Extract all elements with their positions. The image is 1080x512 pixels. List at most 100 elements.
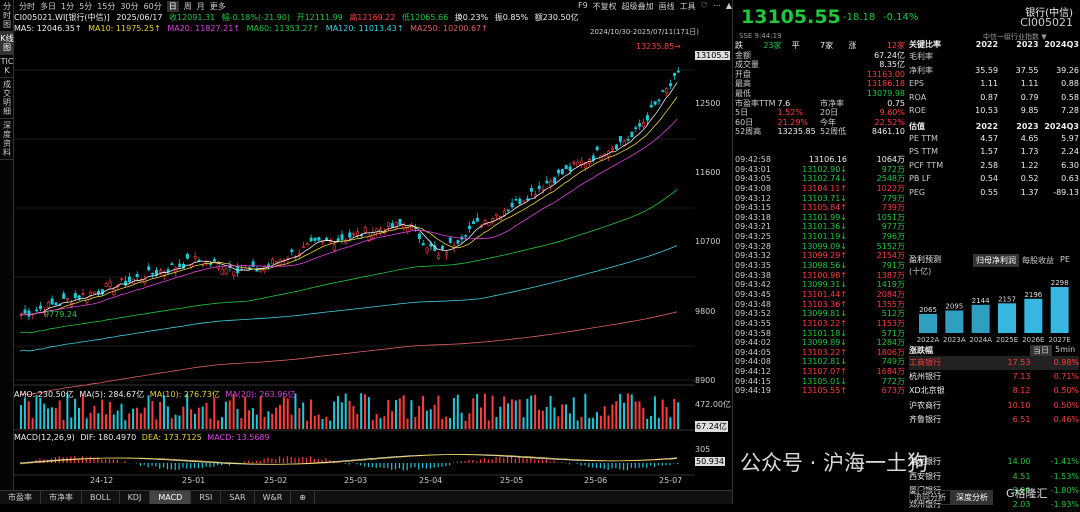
tick-price-value: 13099.81: [802, 309, 840, 318]
macd-bar: [151, 463, 152, 466]
ratio-cell: [998, 50, 1038, 64]
tools-button[interactable]: 工具: [680, 1, 696, 12]
valuation-cell: 0.52: [998, 172, 1038, 186]
candle-body: [35, 310, 37, 311]
ratio-cell: ROE: [909, 104, 958, 118]
volume-bar: [221, 417, 223, 429]
volume-bar: [356, 414, 358, 429]
price-tick: 10700: [695, 237, 720, 246]
period-button[interactable]: 月: [197, 1, 205, 12]
tick-volume: 1284万: [847, 338, 905, 348]
candle-body: [24, 310, 26, 313]
macd-bar: [457, 462, 458, 463]
valuation-row: PB LF0.540.520.63: [909, 172, 1079, 186]
forecast-tab-pe[interactable]: PE: [1057, 254, 1073, 267]
quote-label: 市净率: [820, 99, 863, 109]
forecast-tab-eps[interactable]: 每股收益: [1019, 254, 1057, 267]
volume-bar: [35, 395, 37, 429]
tab-trade-detail[interactable]: 成交明细: [0, 78, 14, 119]
rank-row[interactable]: XD北京银8.120.50%: [909, 384, 1079, 398]
period-button[interactable]: 周: [184, 1, 192, 12]
period-button[interactable]: 60分: [144, 1, 162, 12]
breadth-down: 23家: [763, 41, 791, 51]
tick-time: 09:43:52: [735, 309, 787, 319]
more-icon[interactable]: ⋯: [713, 1, 721, 12]
rank-row[interactable]: 杭州银行7.130.71%: [909, 370, 1079, 384]
tab-time-share[interactable]: 分时图: [0, 0, 14, 32]
period-button[interactable]: 多日: [40, 1, 56, 12]
amo-ma10: MA(10): 276.73亿: [150, 390, 220, 399]
tick-list[interactable]: 09:42:5813106.161064万09:43:0113102.90↓97…: [735, 155, 905, 396]
tick-price: 13101.19↓: [787, 232, 847, 242]
indicator-tab[interactable]: RSI: [191, 491, 221, 504]
indicator-tab[interactable]: BOLL: [82, 491, 120, 504]
macd-bar: [271, 458, 272, 463]
rank-tab-today[interactable]: 当日: [1030, 345, 1052, 356]
rank-row[interactable]: 沪农商行10.100.50%: [909, 399, 1079, 413]
add-indicator-icon[interactable]: ⊕: [291, 491, 315, 504]
macd-bar: [356, 463, 357, 464]
forecast-tab-net-profit[interactable]: 归母净利润: [973, 254, 1019, 267]
indicator-tab[interactable]: KDJ: [120, 491, 151, 504]
valuation-cell: 2.58: [958, 159, 998, 173]
period-button[interactable]: 30分: [120, 1, 138, 12]
rank-tab-5min[interactable]: 5min: [1052, 345, 1078, 356]
favorite-icon[interactable]: ♡: [701, 1, 708, 12]
macd-bar: [538, 460, 539, 463]
rank-row[interactable]: 齐鲁银行6.510.46%: [909, 413, 1079, 427]
volume-bar: [542, 411, 544, 429]
period-button[interactable]: 1分: [61, 1, 74, 12]
macd-bar: [383, 463, 384, 468]
candle-body: [658, 100, 660, 101]
tab-depth[interactable]: 深度资料: [0, 119, 14, 160]
draw-line-button[interactable]: 画线: [659, 1, 675, 12]
candle-body: [66, 299, 68, 300]
tick-time: 09:44:15: [735, 377, 787, 387]
macd-bar: [422, 463, 423, 468]
macd-bar: [90, 457, 91, 463]
rank-row[interactable]: 工商银行17.530.98%: [909, 356, 1079, 370]
quote-label: 今年: [820, 118, 863, 128]
candle-body: [565, 165, 567, 168]
tick-price: 13101.36↓: [787, 222, 847, 232]
candle-body: [546, 181, 548, 183]
macd-bar: [615, 463, 616, 468]
rank-row[interactable]: [909, 427, 1079, 441]
more-button[interactable]: 更多: [210, 1, 226, 12]
macd-bar: [148, 463, 149, 467]
date-tick: 25-06: [584, 476, 607, 485]
f9-button[interactable]: F9: [578, 1, 588, 12]
kline-chart[interactable]: 13235.85→ 9779.24: [14, 35, 695, 476]
volume-bar: [395, 400, 397, 429]
indicator-tab-macd[interactable]: MACD: [150, 491, 191, 504]
rank-row[interactable]: 西安银行4.51-1.53%: [909, 470, 1079, 484]
depth-analysis-tab[interactable]: 深度分析: [951, 490, 993, 505]
rank-row[interactable]: [909, 441, 1079, 455]
indicator-tab[interactable]: W&R: [255, 491, 292, 504]
rank-list[interactable]: 工商银行17.530.98%杭州银行7.130.71%XD北京银8.120.50…: [909, 356, 1079, 512]
overlay-button[interactable]: 超级叠加: [622, 1, 654, 12]
indicator-tab[interactable]: SAR: [221, 491, 254, 504]
candle-body: [530, 188, 532, 191]
tab-tick[interactable]: TICK: [0, 55, 14, 78]
indicator-tab[interactable]: 市盈率: [0, 491, 41, 504]
period-button-day[interactable]: 日: [167, 1, 179, 12]
volume-bar: [635, 401, 637, 429]
rank-row[interactable]: 浦发银行14.00-1.41%: [909, 455, 1079, 469]
tab-kline[interactable]: K线图: [0, 32, 14, 55]
flow-analysis-tab[interactable]: 流向分析: [909, 490, 951, 505]
tick-time: 09:43:32: [735, 251, 787, 261]
no-adjust-button[interactable]: 不复权: [593, 1, 617, 12]
tick-time: 09:43:42: [735, 280, 787, 290]
candle-body: [151, 273, 153, 274]
ratio-cell: 0.87: [958, 91, 998, 105]
period-button[interactable]: 分时: [19, 1, 35, 12]
period-button[interactable]: 5分: [79, 1, 92, 12]
indicator-tab[interactable]: 市净率: [41, 491, 82, 504]
period-button[interactable]: 15分: [97, 1, 115, 12]
tick-price-value: 13101.19: [802, 232, 840, 241]
macd-bar: [580, 463, 581, 466]
tick-volume: 772万: [847, 377, 905, 387]
valuation-cell: PS TTM: [909, 145, 958, 159]
macd-bar: [453, 462, 454, 463]
